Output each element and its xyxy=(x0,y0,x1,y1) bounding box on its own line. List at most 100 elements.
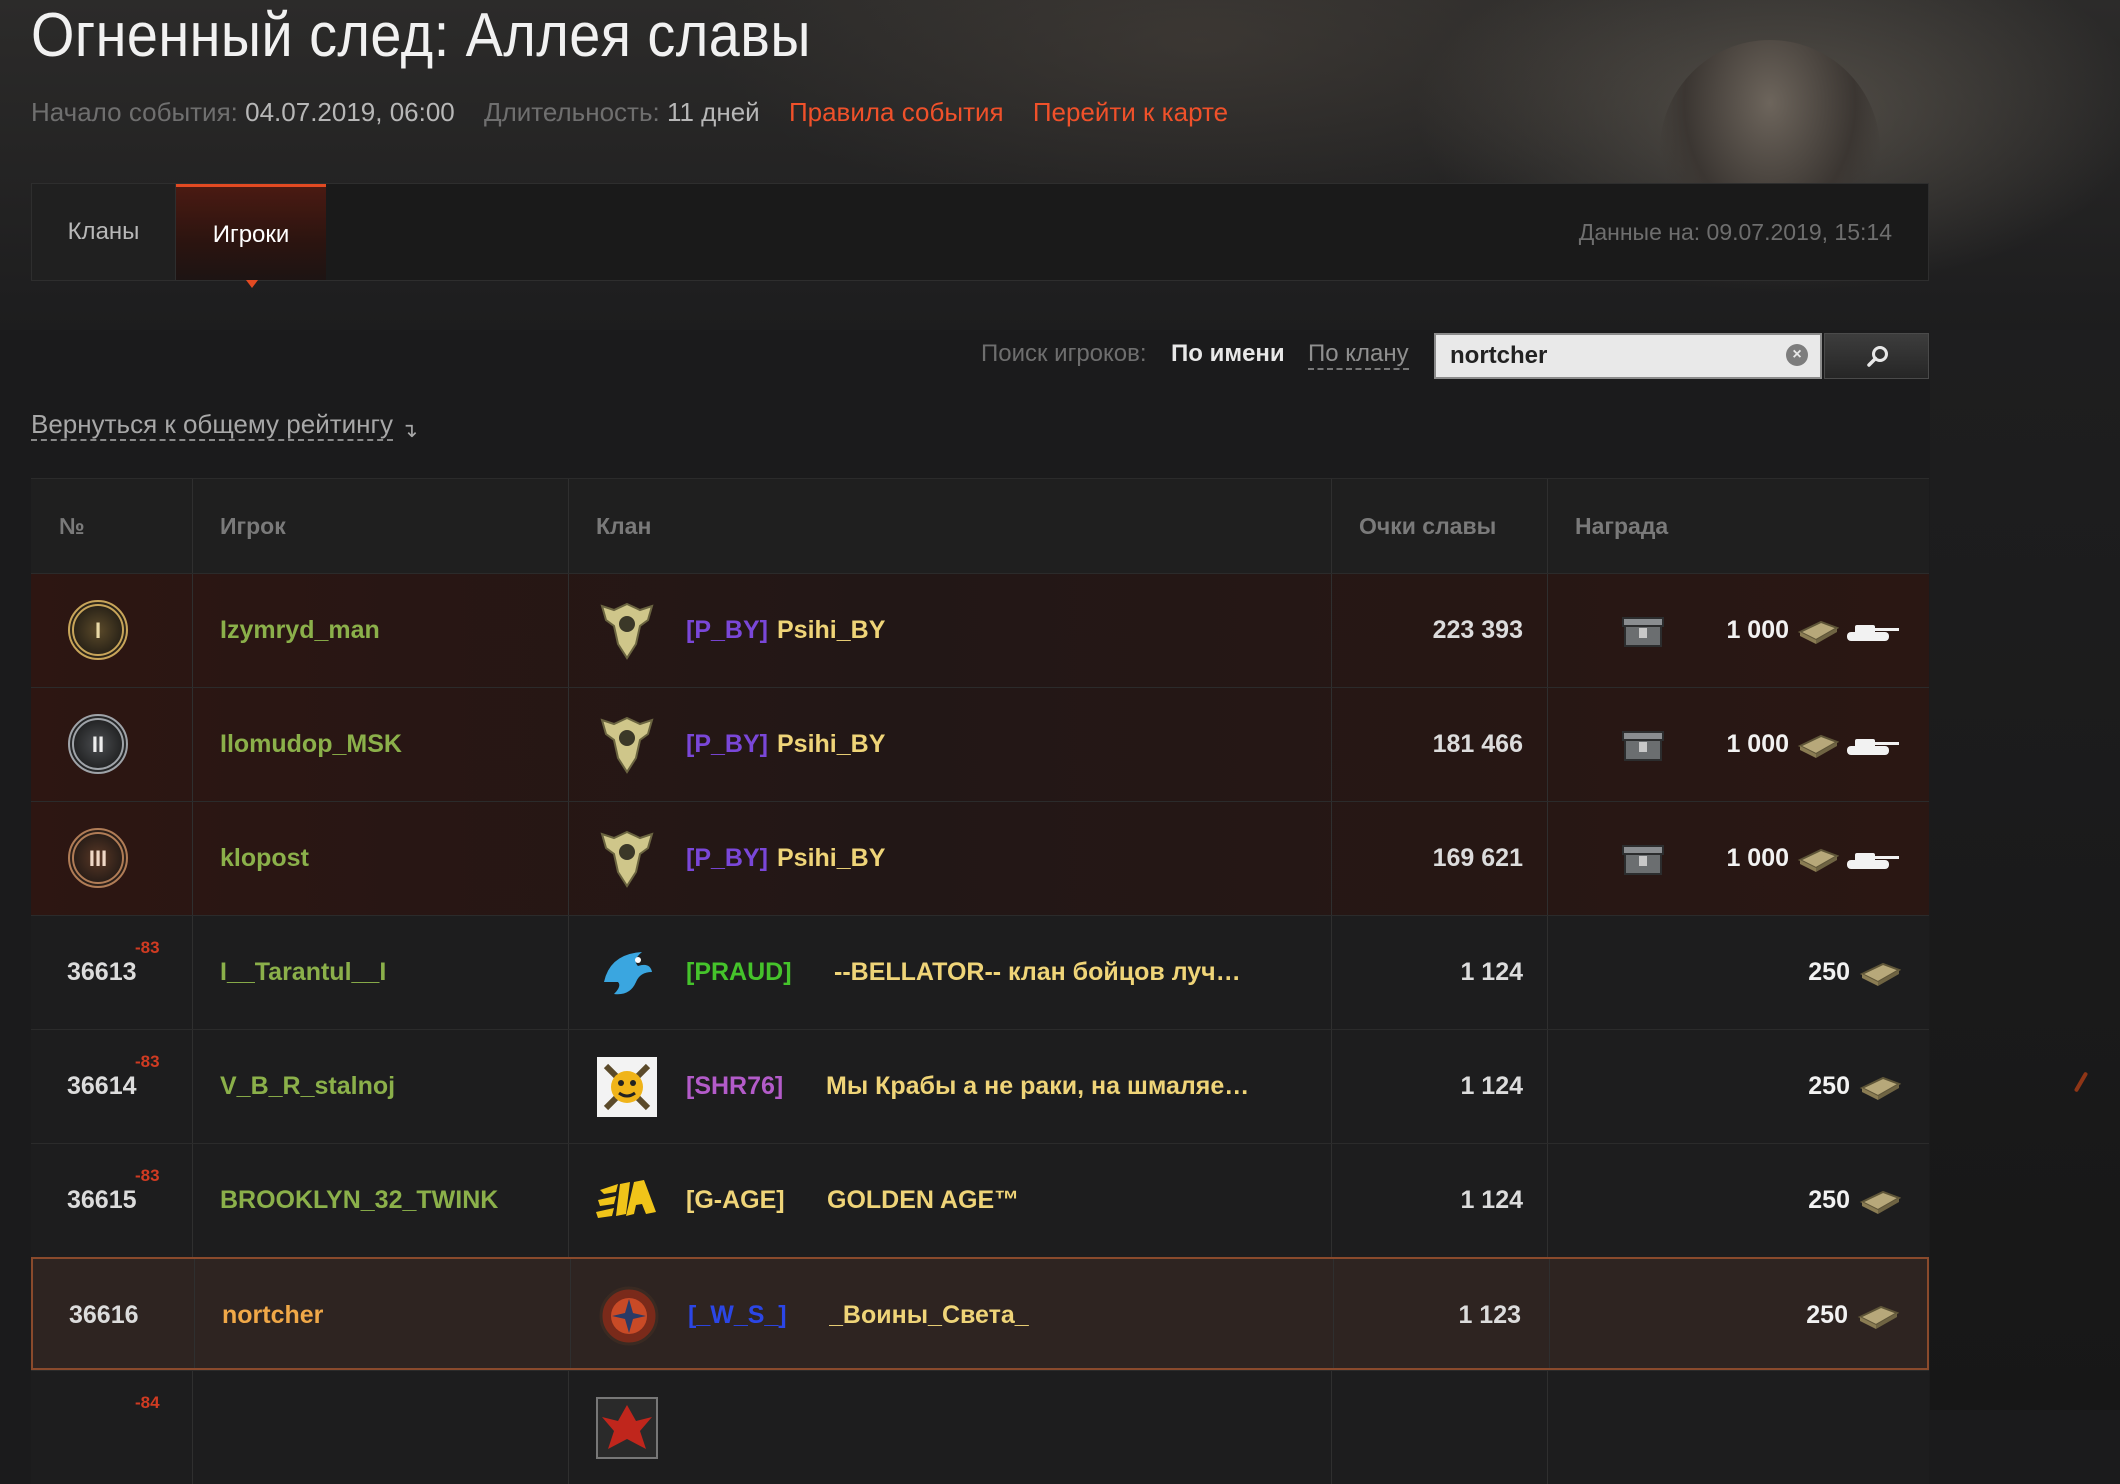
clan-emblem-icon xyxy=(600,716,654,774)
search-by-name-option[interactable]: По имени xyxy=(1171,340,1285,368)
duration-label: Длительность: xyxy=(484,97,660,127)
gold-icon xyxy=(1859,1076,1901,1100)
start-value: 04.07.2019, 06:00 xyxy=(245,97,455,127)
gold-amount: 250 xyxy=(1808,1072,1850,1100)
header-score: Очки славы xyxy=(1359,513,1497,539)
clan-tag[interactable]: [G-AGE] xyxy=(686,1144,785,1257)
clan-emblem-icon xyxy=(599,1286,659,1346)
clan-tag[interactable]: [P_BY] xyxy=(686,574,768,687)
tab-players[interactable]: Игроки xyxy=(176,184,326,288)
gold-medal-icon: I xyxy=(68,600,128,660)
table-row[interactable]: I Izymryd_man [P_BY] Psihi_BY 223 393 1 … xyxy=(31,573,1929,687)
rank-number: 36613 xyxy=(67,958,137,986)
container-reward-icon xyxy=(1622,845,1664,875)
glory-score: 223 393 xyxy=(1432,616,1523,644)
search-by-clan-option[interactable]: По клану xyxy=(1308,340,1409,370)
rank-change: -83 xyxy=(135,1166,160,1185)
tank-reward-icon xyxy=(1847,853,1899,869)
gold-icon xyxy=(1797,734,1839,758)
clan-emblem-icon xyxy=(596,1180,656,1218)
search-field: × xyxy=(1434,333,1822,379)
start-label: Начало события: xyxy=(31,97,238,127)
page-title: Огненный след: Аллея славы xyxy=(31,1,811,70)
table-row[interactable]: III klopost [P_BY] Psihi_BY 169 621 1 00… xyxy=(31,801,1929,915)
players-table: № Игрок Клан Очки славы Награда I Izymry… xyxy=(31,478,1929,1484)
clan-name[interactable]: Psihi_BY xyxy=(777,688,885,801)
clan-name[interactable]: Psihi_BY xyxy=(777,802,885,915)
tab-clans[interactable]: Кланы xyxy=(32,184,176,280)
table-row[interactable]: II Ilomudop_MSK [P_BY] Psihi_BY 181 466 … xyxy=(31,687,1929,801)
map-link[interactable]: Перейти к карте xyxy=(1033,97,1228,127)
gold-amount: 250 xyxy=(1808,958,1850,986)
bronze-medal-icon: III xyxy=(68,828,128,888)
glory-score: 1 124 xyxy=(1460,1072,1523,1100)
header-player: Игрок xyxy=(220,513,286,539)
tank-reward-icon xyxy=(1847,739,1899,755)
right-background xyxy=(1930,330,2120,1410)
clan-name[interactable]: _Воины_Света_ xyxy=(829,1259,1029,1372)
player-name[interactable]: nortcher xyxy=(222,1259,323,1372)
table-row[interactable]: 36614 -83 V_B_R_stalnoj [SHR76] Мы Крабы… xyxy=(31,1029,1929,1143)
clan-tag[interactable]: [PRAUD] xyxy=(686,916,792,1029)
header-reward: Награда xyxy=(1575,513,1669,539)
glory-score: 1 123 xyxy=(1458,1301,1521,1329)
glory-score: 181 466 xyxy=(1432,730,1523,758)
clan-tag[interactable]: [_W_S_] xyxy=(688,1259,787,1372)
player-name[interactable]: V_B_R_stalnoj xyxy=(220,1030,395,1143)
event-meta: Начало события: 04.07.2019, 06:00 Длител… xyxy=(31,96,1250,128)
clan-emblem-icon xyxy=(600,830,654,888)
back-to-rating-link[interactable]: Вернуться к общему рейтингу xyxy=(31,409,393,441)
gold-icon xyxy=(1797,620,1839,644)
gold-amount: 1 000 xyxy=(1726,844,1789,872)
container-reward-icon xyxy=(1622,617,1664,647)
player-name[interactable]: Izymryd_man xyxy=(220,574,380,687)
rank-change: -83 xyxy=(135,1052,160,1071)
glory-score: 169 621 xyxy=(1432,844,1523,872)
table-row[interactable]: 36613 -83 I__Tarantul__I [PRAUD] --BELLA… xyxy=(31,915,1929,1029)
clan-tag[interactable]: [P_BY] xyxy=(686,802,768,915)
glory-score: 1 124 xyxy=(1460,1186,1523,1214)
player-name[interactable]: Ilomudop_MSK xyxy=(220,688,402,801)
clan-emblem-icon xyxy=(596,1397,658,1459)
rules-link[interactable]: Правила события xyxy=(789,97,1004,127)
clan-emblem-icon xyxy=(604,952,652,995)
search-button[interactable] xyxy=(1824,333,1929,379)
rank-number: 36616 xyxy=(69,1301,139,1329)
return-arrow-icon: ↴ xyxy=(401,420,418,442)
clear-icon[interactable]: × xyxy=(1786,344,1808,366)
player-name[interactable]: I__Tarantul__I xyxy=(220,916,386,1029)
clan-name[interactable]: Мы Крабы а не раки, на шмаляе… xyxy=(826,1030,1249,1143)
clan-emblem-icon xyxy=(597,1057,657,1117)
player-name[interactable]: BROOKLYN_32_TWINK xyxy=(220,1144,498,1257)
clan-name[interactable]: --BELLATOR-- клан бойцов луч… xyxy=(834,916,1241,1029)
gold-amount: 250 xyxy=(1808,1186,1850,1214)
clan-emblem-icon xyxy=(600,602,654,660)
clan-tag[interactable]: [SHR76] xyxy=(686,1030,783,1143)
search-input[interactable] xyxy=(1436,335,1776,377)
tabs-bar: Кланы Игроки Данные на: 09.07.2019, 15:1… xyxy=(31,183,1929,288)
search-icon xyxy=(1867,346,1888,367)
search-label: Поиск игроков: xyxy=(981,340,1147,367)
header-rank: № xyxy=(59,513,85,539)
rank-change: -83 xyxy=(135,938,160,957)
clan-tag[interactable]: [P_BY] xyxy=(686,688,768,801)
table-header: № Игрок Клан Очки славы Награда xyxy=(31,478,1929,573)
gold-amount: 250 xyxy=(1806,1301,1848,1329)
rank-change: -84 xyxy=(135,1393,160,1412)
header-clan: Клан xyxy=(596,513,652,539)
clan-name[interactable]: Psihi_BY xyxy=(777,574,885,687)
rank-number: 36615 xyxy=(67,1186,137,1214)
player-name[interactable]: klopost xyxy=(220,802,309,915)
gold-amount: 1 000 xyxy=(1726,730,1789,758)
clan-name[interactable]: GOLDEN AGE™ xyxy=(827,1144,1019,1257)
tank-reward-icon xyxy=(1847,625,1899,641)
duration-value: 11 дней xyxy=(666,97,760,127)
table-row[interactable]: -84 xyxy=(31,1370,1929,1484)
gold-icon xyxy=(1857,1305,1899,1329)
gold-icon xyxy=(1859,1190,1901,1214)
table-row[interactable]: 36615 -83 BROOKLYN_32_TWINK [G-AGE] GOLD… xyxy=(31,1143,1929,1257)
container-reward-icon xyxy=(1622,731,1664,761)
gold-amount: 1 000 xyxy=(1726,616,1789,644)
table-row-current-player[interactable]: 36616 nortcher [_W_S_] _Воины_Света_ 1 1… xyxy=(31,1257,1929,1370)
silver-medal-icon: II xyxy=(68,714,128,774)
